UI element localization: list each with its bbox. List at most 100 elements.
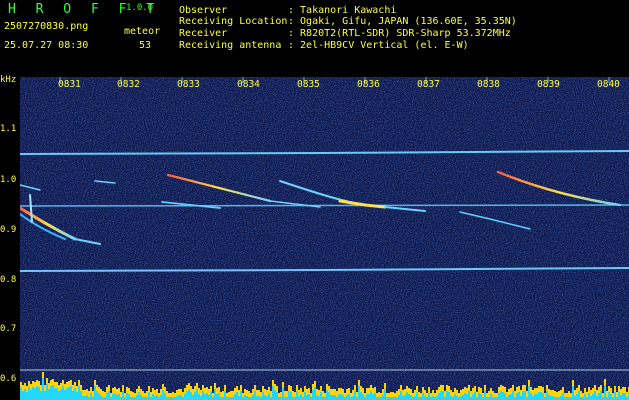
amplitude-bar-inner	[288, 391, 290, 400]
amplitude-bar-inner	[224, 391, 226, 400]
amplitude-bar-inner	[140, 395, 142, 400]
amplitude-bar-inner	[50, 386, 52, 400]
amplitude-bar-inner	[94, 386, 96, 400]
amplitude-bar-inner	[404, 395, 406, 400]
amplitude-bar-inner	[534, 394, 536, 400]
amplitude-bar-inner	[38, 387, 40, 400]
amplitude-bar-inner	[218, 393, 220, 400]
amplitude-bar-inner	[500, 391, 502, 400]
amplitude-bar-inner	[72, 391, 74, 400]
amplitude-bar-inner	[276, 392, 278, 400]
amplitude-bar-inner	[402, 396, 404, 400]
amplitude-bar-inner	[384, 389, 386, 400]
time-tick-label: 0833	[177, 79, 200, 90]
amplitude-bar-inner	[502, 392, 504, 400]
amplitude-bar-inner	[592, 394, 594, 400]
amplitude-bar-inner	[454, 394, 456, 400]
amplitude-bar-inner	[296, 391, 298, 400]
time-tick-label: 0840	[597, 79, 620, 90]
amplitude-bar-inner	[186, 391, 188, 400]
amplitude-bar-inner	[48, 389, 50, 400]
amplitude-bar-inner	[372, 394, 374, 400]
amplitude-bar-inner	[54, 388, 56, 400]
info-value-observer: : Takanori Kawachi	[288, 5, 397, 16]
amplitude-bar-inner	[374, 393, 376, 400]
amplitude-bar-inner	[332, 395, 334, 400]
amplitude-bar-inner	[114, 393, 116, 400]
amplitude-bar-inner	[508, 395, 510, 400]
amplitude-bar-inner	[604, 385, 606, 400]
info-key-antenna: Receiving antenna	[179, 40, 282, 51]
amplitude-bar-inner	[438, 393, 440, 400]
amplitude-bar-inner	[528, 386, 530, 400]
amplitude-bar-inner	[46, 384, 48, 400]
amplitude-bar-inner	[518, 392, 520, 400]
amplitude-bar-inner	[34, 388, 36, 400]
amplitude-bar-inner	[106, 393, 108, 400]
amplitude-bar-inner	[424, 396, 426, 400]
amplitude-bar-inner	[78, 386, 80, 400]
amplitude-bar-inner	[44, 391, 46, 400]
amplitude-bar-inner	[202, 391, 204, 400]
amplitude-bar-inner	[198, 394, 200, 400]
amplitude-bar-inner	[382, 395, 384, 400]
amplitude-bar-inner	[128, 394, 130, 400]
amplitude-bar-inner	[274, 390, 276, 400]
amplitude-bar-inner	[266, 396, 268, 400]
amplitude-bar-inner	[184, 394, 186, 400]
y-tick-label: 1.1	[0, 124, 17, 134]
amplitude-bar-inner	[446, 391, 448, 400]
amplitude-bar-inner	[66, 388, 68, 400]
amplitude-bar-inner	[330, 395, 332, 400]
amplitude-bar-inner	[56, 388, 58, 400]
amplitude-bar-inner	[624, 393, 626, 400]
amplitude-bar-inner	[536, 394, 538, 400]
amplitude-bar-inner	[342, 395, 344, 400]
header-panel: H R O F F T 1.0.0 2507270830.png 25.07.2…	[0, 0, 629, 75]
amplitude-bar-inner	[52, 385, 54, 400]
amplitude-bar-inner	[504, 393, 506, 400]
amplitude-bar-inner	[346, 395, 348, 400]
amplitude-bar-inner	[618, 392, 620, 400]
amplitude-bar-inner	[264, 395, 266, 400]
time-tick-label: 0836	[357, 79, 380, 90]
amplitude-bar-inner	[584, 394, 586, 400]
amplitude-bar-inner	[268, 393, 270, 400]
spectrogram-svg	[20, 77, 629, 400]
amplitude-bar-inner	[148, 392, 150, 400]
amplitude-bar-inner	[314, 387, 316, 400]
amplitude-bar-inner	[42, 378, 44, 400]
amplitude-bar-inner	[456, 396, 458, 400]
amplitude-bar-inner	[614, 392, 616, 400]
amplitude-bar-inner	[474, 392, 476, 400]
amplitude-bar-inner	[194, 392, 196, 400]
amplitude-bar-inner	[178, 395, 180, 400]
amplitude-bar-inner	[30, 390, 32, 400]
amplitude-bar-inner	[340, 394, 342, 400]
amplitude-bar-inner	[574, 396, 576, 400]
amplitude-bar-inner	[180, 395, 182, 400]
amplitude-bar-inner	[316, 395, 318, 400]
y-tick-label: 0.9	[0, 225, 17, 235]
amplitude-bar-inner	[262, 392, 264, 400]
amplitude-bar-inner	[164, 393, 166, 400]
amplitude-bar-inner	[214, 389, 216, 400]
time-tick-label: 0831	[58, 79, 81, 90]
y-tick-label: 0.6	[0, 374, 17, 384]
amplitude-bar-inner	[76, 392, 78, 400]
amplitude-bar-inner	[562, 393, 564, 400]
amplitude-bar-inner	[362, 394, 364, 400]
amplitude-bar-inner	[162, 390, 164, 400]
amplitude-bar-inner	[466, 394, 468, 400]
amplitude-bar-inner	[100, 395, 102, 400]
amplitude-bar-inner	[308, 394, 310, 400]
amplitude-bar-inner	[436, 396, 438, 400]
amplitude-bar-inner	[410, 395, 412, 400]
amplitude-bar-inner	[236, 392, 238, 400]
amplitude-bar-inner	[306, 395, 308, 400]
amplitude-bar-inner	[338, 394, 340, 400]
amplitude-bar-inner	[600, 391, 602, 400]
amplitude-bar-inner	[22, 391, 24, 400]
amplitude-bar-inner	[272, 386, 274, 400]
amplitude-bar-inner	[74, 388, 76, 400]
